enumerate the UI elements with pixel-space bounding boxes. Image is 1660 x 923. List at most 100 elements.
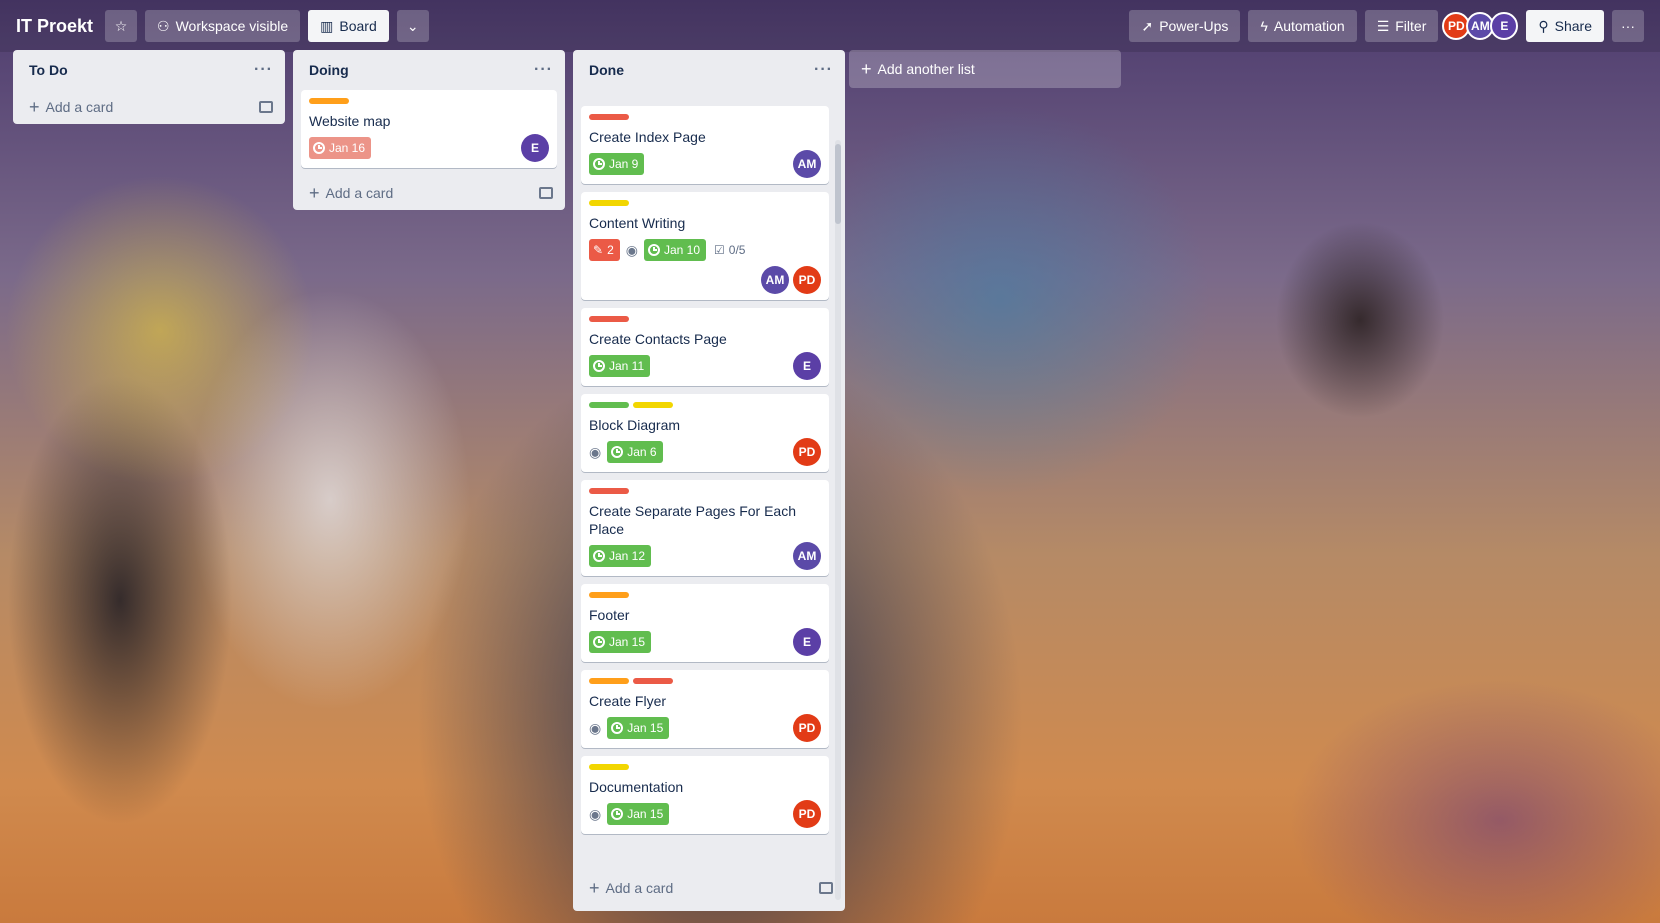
card-title: Create Index Page (589, 129, 706, 145)
card-title: Create Flyer (589, 693, 667, 709)
list-to-do: To Do ··· + Add a card (13, 50, 285, 124)
label-orange (589, 592, 629, 598)
due-date-badge[interactable]: Jan 11 (589, 355, 651, 377)
star-button[interactable]: ☆ (105, 10, 138, 42)
list-menu-icon[interactable]: ··· (254, 61, 273, 79)
list-scrollbar[interactable] (835, 140, 841, 900)
share-button[interactable]: ⚲ Share (1526, 10, 1604, 42)
scrollbar-thumb[interactable] (835, 144, 841, 224)
member-avatar[interactable]: PD (793, 800, 821, 828)
clock-icon (611, 446, 624, 458)
list-title[interactable]: Done (589, 62, 624, 78)
add-card-label: Add a card (45, 99, 114, 115)
member-avatar[interactable]: AM (793, 150, 821, 178)
board-menu-button[interactable]: ··· (1612, 10, 1644, 42)
card-template-icon[interactable] (819, 882, 833, 894)
due-date-badge[interactable]: Jan 9 (589, 153, 645, 175)
list-header[interactable]: Doing ··· (293, 50, 565, 90)
card-footer[interactable]: Footer Jan 15 E (581, 584, 829, 662)
clock-icon (313, 142, 325, 154)
comments-count: 2 (607, 243, 614, 257)
comments-badge[interactable]: ✎ 2 (589, 239, 620, 261)
card-badges: Jan 15 (589, 630, 821, 654)
member-avatar[interactable]: E (521, 134, 549, 162)
due-date-label: Jan 16 (329, 141, 366, 155)
card-badges: ✎ 2 ◉ Jan 10 ☑ 0/5 (589, 238, 821, 262)
label-green (589, 402, 629, 408)
card-badges: ◉ Jan 15 (589, 716, 821, 740)
due-date-badge[interactable]: Jan 10 (643, 239, 706, 261)
due-date-badge[interactable]: Jan 6 (607, 441, 663, 463)
add-member-icon: ⚲ (1538, 17, 1549, 34)
card-labels (589, 316, 821, 322)
clock-icon (611, 722, 624, 734)
card-template-icon[interactable] (259, 101, 273, 113)
list-title[interactable]: Doing (309, 62, 349, 78)
member-avatar[interactable]: PD (793, 438, 821, 466)
list-cards: Create Index Page Jan 9 AM Content Writi… (573, 90, 845, 870)
card-title: Website map (309, 113, 391, 129)
member-avatar[interactable]: AM (793, 542, 821, 570)
add-list-button[interactable]: + Add another list (849, 50, 1121, 88)
list-done: Done ··· Create Index Page Jan 9 AM Cont (573, 50, 845, 911)
filter-button[interactable]: ☰ Filter (1364, 10, 1439, 42)
card-badges: Jan 9 (589, 152, 821, 176)
due-date-badge[interactable]: Jan 15 (607, 717, 670, 739)
member-avatar[interactable]: E (793, 628, 821, 656)
card-create-index-page[interactable]: Create Index Page Jan 9 AM (581, 106, 829, 184)
member-avatar[interactable]: AM (761, 266, 789, 294)
list-title[interactable]: To Do (29, 62, 68, 78)
clock-icon (593, 360, 605, 372)
card-template-icon[interactable] (539, 187, 553, 199)
card-documentation[interactable]: Documentation ◉ Jan 15 PD (581, 756, 829, 834)
card-labels (589, 488, 821, 494)
board-title[interactable]: IT Proekt (16, 16, 93, 37)
more-icon: ··· (1621, 18, 1635, 34)
card-labels (589, 764, 821, 770)
add-card-button[interactable]: + Add a card (573, 871, 845, 905)
due-date-badge[interactable]: Jan 15 (607, 803, 670, 825)
list-header[interactable]: To Do ··· (13, 50, 285, 90)
card-title: Create Separate Pages For Each Place (589, 503, 797, 537)
plus-icon: + (29, 96, 40, 117)
view-dropdown-button[interactable]: ⌄ (396, 10, 429, 42)
member-avatar[interactable]: PD (793, 266, 821, 294)
due-date-badge[interactable]: Jan 12 (589, 545, 652, 567)
card-title: Create Contacts Page (589, 331, 727, 347)
add-card-button[interactable]: + Add a card (13, 90, 285, 124)
card-block-diagram[interactable]: Block Diagram ◉ Jan 6 PD (581, 394, 829, 472)
due-date-badge[interactable]: Jan 15 (589, 631, 652, 653)
chevron-down-icon: ⌄ (406, 17, 419, 34)
card-create-separate-pages[interactable]: Create Separate Pages For Each Place Jan… (581, 480, 829, 576)
clock-icon (593, 158, 605, 170)
add-card-button[interactable]: + Add a card (293, 176, 565, 210)
list-menu-icon[interactable]: ··· (534, 61, 553, 79)
card-content-writing[interactable]: Content Writing ✎ 2 ◉ Jan 10 ☑ 0/5 AM PD (581, 192, 829, 300)
member-avatar[interactable]: E (1490, 12, 1519, 40)
member-avatar[interactable]: E (793, 352, 821, 380)
due-date-label: Jan 10 (663, 243, 700, 257)
list-doing: Doing ··· Website map Jan 16 E + Add a c… (293, 50, 565, 210)
label-yellow (589, 200, 629, 206)
board-view-button[interactable]: ▥ Board (308, 10, 389, 42)
card-create-contacts-page[interactable]: Create Contacts Page Jan 11 E (581, 308, 829, 386)
list-header[interactable]: Done ··· (573, 50, 845, 90)
due-date-label: Jan 15 (609, 635, 646, 649)
plus-icon: + (589, 877, 600, 898)
card-create-flyer[interactable]: Create Flyer ◉ Jan 15 PD (581, 670, 829, 748)
workspace-visibility-button[interactable]: ⚇ Workspace visible (145, 10, 301, 42)
card-labels (589, 402, 821, 408)
card-members: E (793, 352, 821, 380)
card-title: Content Writing (589, 215, 686, 231)
watch-icon: ◉ (589, 443, 602, 460)
card-website-map[interactable]: Website map Jan 16 E (301, 90, 557, 168)
label-red (633, 678, 673, 684)
card-badges: Jan 16 (309, 136, 549, 160)
list-menu-icon[interactable]: ··· (814, 61, 833, 79)
plus-icon: + (861, 58, 872, 79)
automation-button[interactable]: ϟ Automation (1248, 10, 1357, 42)
member-avatar[interactable]: PD (793, 714, 821, 742)
powerups-button[interactable]: ➚ Power-Ups (1129, 10, 1241, 42)
due-date-badge[interactable]: Jan 16 (309, 137, 372, 159)
label-red (589, 316, 629, 322)
